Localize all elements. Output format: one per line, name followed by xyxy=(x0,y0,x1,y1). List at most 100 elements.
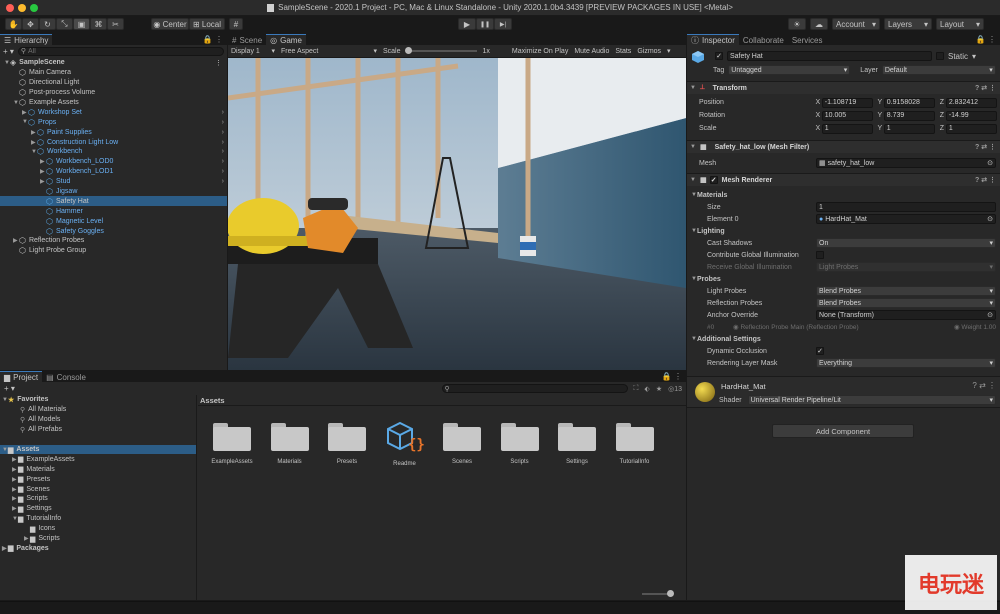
account-dropdown[interactable]: Account ▾ xyxy=(832,18,880,30)
transform-rot-y-field[interactable]: 8.739 xyxy=(883,110,935,121)
local-toggle[interactable]: ⊞ Local xyxy=(189,18,225,30)
asset-tile[interactable]: Scripts xyxy=(490,421,550,465)
rect-tool-button[interactable]: ▣ xyxy=(73,18,90,30)
panel-menu-icon[interactable]: 🔒 ⋮ xyxy=(976,35,996,44)
grid-snap-button[interactable]: # xyxy=(229,18,243,30)
star-icon[interactable]: ★ xyxy=(656,385,662,393)
assets-root[interactable]: ▼ ▆ Assets xyxy=(0,444,196,455)
component-menu-icons[interactable]: ? ⇄ ⋮ xyxy=(975,143,996,151)
additional-settings-foldout[interactable]: ▼ Additional Settings xyxy=(691,333,996,345)
rendering-layer-dropdown[interactable]: Everything ▾ xyxy=(816,358,996,368)
hierarchy-item[interactable]: ▶ ⬡ Reflection Probes xyxy=(0,236,227,246)
favorite-item[interactable]: ⚲ All Materials xyxy=(0,405,196,415)
transform-pos-x-field[interactable]: -1.108719 xyxy=(821,97,873,108)
create-button[interactable]: + ▾ xyxy=(3,47,14,56)
zoom-slider-thumb[interactable] xyxy=(667,590,674,597)
tab-inspector[interactable]: ⓘ Inspector xyxy=(687,34,739,45)
materials-foldout[interactable]: ▼ Materials xyxy=(691,189,996,201)
static-checkbox[interactable] xyxy=(936,52,944,60)
hierarchy-item[interactable]: ▼ ◈ SampleScene ⋮ xyxy=(0,58,227,68)
anchor-override-field[interactable]: None (Transform) ⊙ xyxy=(816,310,996,320)
active-checkbox[interactable]: ✓ xyxy=(715,52,723,60)
panel-menu-icon[interactable]: 🔒 ⋮ xyxy=(662,372,682,381)
chevron-right-icon[interactable]: › xyxy=(222,158,224,165)
favorite-item[interactable]: ⚲ All Models xyxy=(0,415,196,425)
hierarchy-item[interactable]: ▶ ⬡ Workbench_LOD1 › xyxy=(0,167,227,177)
chevron-right-icon[interactable]: › xyxy=(222,119,224,126)
probes-foldout[interactable]: ▼ Probes xyxy=(691,273,996,285)
panel-menu-icon[interactable]: 🔒 ⋮ xyxy=(203,35,223,44)
transform-pos-y-field[interactable]: 0.9158028 xyxy=(883,97,935,108)
tab-console[interactable]: ▤ Console xyxy=(42,371,90,382)
close-window-button[interactable] xyxy=(6,4,14,12)
asset-folder-item[interactable]: ▼ ▆ TutorialInfo xyxy=(0,514,196,524)
scale-slider[interactable] xyxy=(404,47,477,54)
mesh-renderer-enabled-checkbox[interactable]: ✓ xyxy=(709,176,718,184)
reflection-probes-dropdown[interactable]: Blend Probes ▾ xyxy=(816,298,996,308)
transform-pos-z-field[interactable]: 2.832412 xyxy=(945,97,997,108)
size-field[interactable]: 1 xyxy=(816,202,996,212)
layer-dropdown[interactable]: Default ▾ xyxy=(881,65,996,75)
maximize-on-play-toggle[interactable]: Maximize On Play xyxy=(512,48,568,55)
light-probes-dropdown[interactable]: Blend Probes ▾ xyxy=(816,286,996,296)
shader-dropdown[interactable]: Universal Render Pipeline/Lit ▾ xyxy=(747,395,996,405)
contribute-gi-checkbox[interactable] xyxy=(816,251,824,259)
chevron-right-icon[interactable]: › xyxy=(222,139,224,146)
transform-scl-z-field[interactable]: 1 xyxy=(945,123,997,134)
asset-tile[interactable]: Presets xyxy=(317,421,377,465)
gizmos-toggle[interactable]: Gizmos xyxy=(637,48,661,55)
element0-field[interactable]: ● HardHat_Mat ⊙ xyxy=(816,214,996,224)
object-name-field[interactable]: Safety Hat xyxy=(727,51,932,61)
asset-tile[interactable]: Settings xyxy=(547,421,607,465)
cast-shadows-dropdown[interactable]: On ▾ xyxy=(816,238,996,248)
scale-tool-button[interactable]: ⤡ xyxy=(56,18,73,30)
layers-dropdown[interactable]: Layers ▾ xyxy=(884,18,932,30)
add-component-button[interactable]: Add Component xyxy=(772,424,914,438)
filter-label-icon[interactable]: ⬖ xyxy=(644,385,649,393)
hierarchy-item[interactable]: ▶ ⬡ Construction Light Low › xyxy=(0,137,227,147)
favorite-item[interactable]: ⚲ All Prefabs xyxy=(0,425,196,435)
tab-project[interactable]: ▆ Project xyxy=(0,371,43,382)
transform-rot-x-field[interactable]: 10.005 xyxy=(821,110,873,121)
asset-folder-item[interactable]: ▶ ▆ Scripts xyxy=(0,494,196,504)
maximize-window-button[interactable] xyxy=(30,4,38,12)
hierarchy-item[interactable]: ⬡ Hammer xyxy=(0,206,227,216)
transform-scl-x-field[interactable]: 1 xyxy=(821,123,873,134)
collab-button[interactable]: ☀ xyxy=(788,18,806,30)
hierarchy-item[interactable]: ⬡ Safety Goggles xyxy=(0,226,227,236)
mesh-field[interactable]: ▦ safety_hat_low ⊙ xyxy=(816,158,996,168)
tab-hierarchy[interactable]: ☰ Hierarchy xyxy=(0,34,53,45)
scene-menu-icon[interactable]: ⋮ xyxy=(215,59,222,67)
zoom-slider[interactable] xyxy=(642,590,674,597)
hand-tool-button[interactable]: ✋ xyxy=(5,18,22,30)
asset-folder-item[interactable]: ▶ ▆ ExampleAssets xyxy=(0,454,196,464)
asset-tile[interactable]: Scenes xyxy=(432,421,492,465)
favorites-header[interactable]: ▼ ★ Favorites xyxy=(0,395,196,405)
chevron-right-icon[interactable]: › xyxy=(222,109,224,116)
hierarchy-item[interactable]: ▼ ⬡ Props › xyxy=(0,117,227,127)
asset-tile[interactable]: TutorialInfo xyxy=(605,421,665,465)
asset-folder-item[interactable]: ▶ ▆ Materials xyxy=(0,464,196,474)
hierarchy-item[interactable]: ⬡ Light Probe Group xyxy=(0,246,227,256)
asset-tile[interactable]: ExampleAssets xyxy=(202,421,262,465)
dynamic-occlusion-checkbox[interactable]: ✓ xyxy=(816,347,824,355)
step-button[interactable]: ▶| xyxy=(494,18,512,30)
hierarchy-item[interactable]: ⬡ Post-process Volume xyxy=(0,88,227,98)
pause-button[interactable]: ❚❚ xyxy=(476,18,494,30)
cloud-button[interactable]: ☁ xyxy=(810,18,828,30)
transform-scl-y-field[interactable]: 1 xyxy=(883,123,935,134)
component-menu-icons[interactable]: ? ⇄ ⋮ xyxy=(975,84,996,92)
stats-toggle[interactable]: Stats xyxy=(615,48,631,55)
custom-tool-button[interactable]: ✂ xyxy=(107,18,124,30)
tab-services[interactable]: Services xyxy=(787,34,827,45)
hierarchy-item[interactable]: ⬡ Jigsaw xyxy=(0,187,227,197)
chevron-right-icon[interactable]: › xyxy=(222,148,224,155)
hierarchy-item[interactable]: ⬡ Main Camera xyxy=(0,68,227,78)
target-icon[interactable]: ⊙ xyxy=(987,159,993,167)
transform-tool-button[interactable]: ⌘ xyxy=(90,18,107,30)
asset-folder-item[interactable]: ▶ ▆ Presets xyxy=(0,474,196,484)
mesh-renderer-header[interactable]: ▼ ▦ ✓ Mesh Renderer ? ⇄ ⋮ xyxy=(687,173,1000,186)
minimize-window-button[interactable] xyxy=(18,4,26,12)
hierarchy-item[interactable]: ⬡ Magnetic Level xyxy=(0,216,227,226)
target-icon[interactable]: ⊙ xyxy=(987,215,993,223)
